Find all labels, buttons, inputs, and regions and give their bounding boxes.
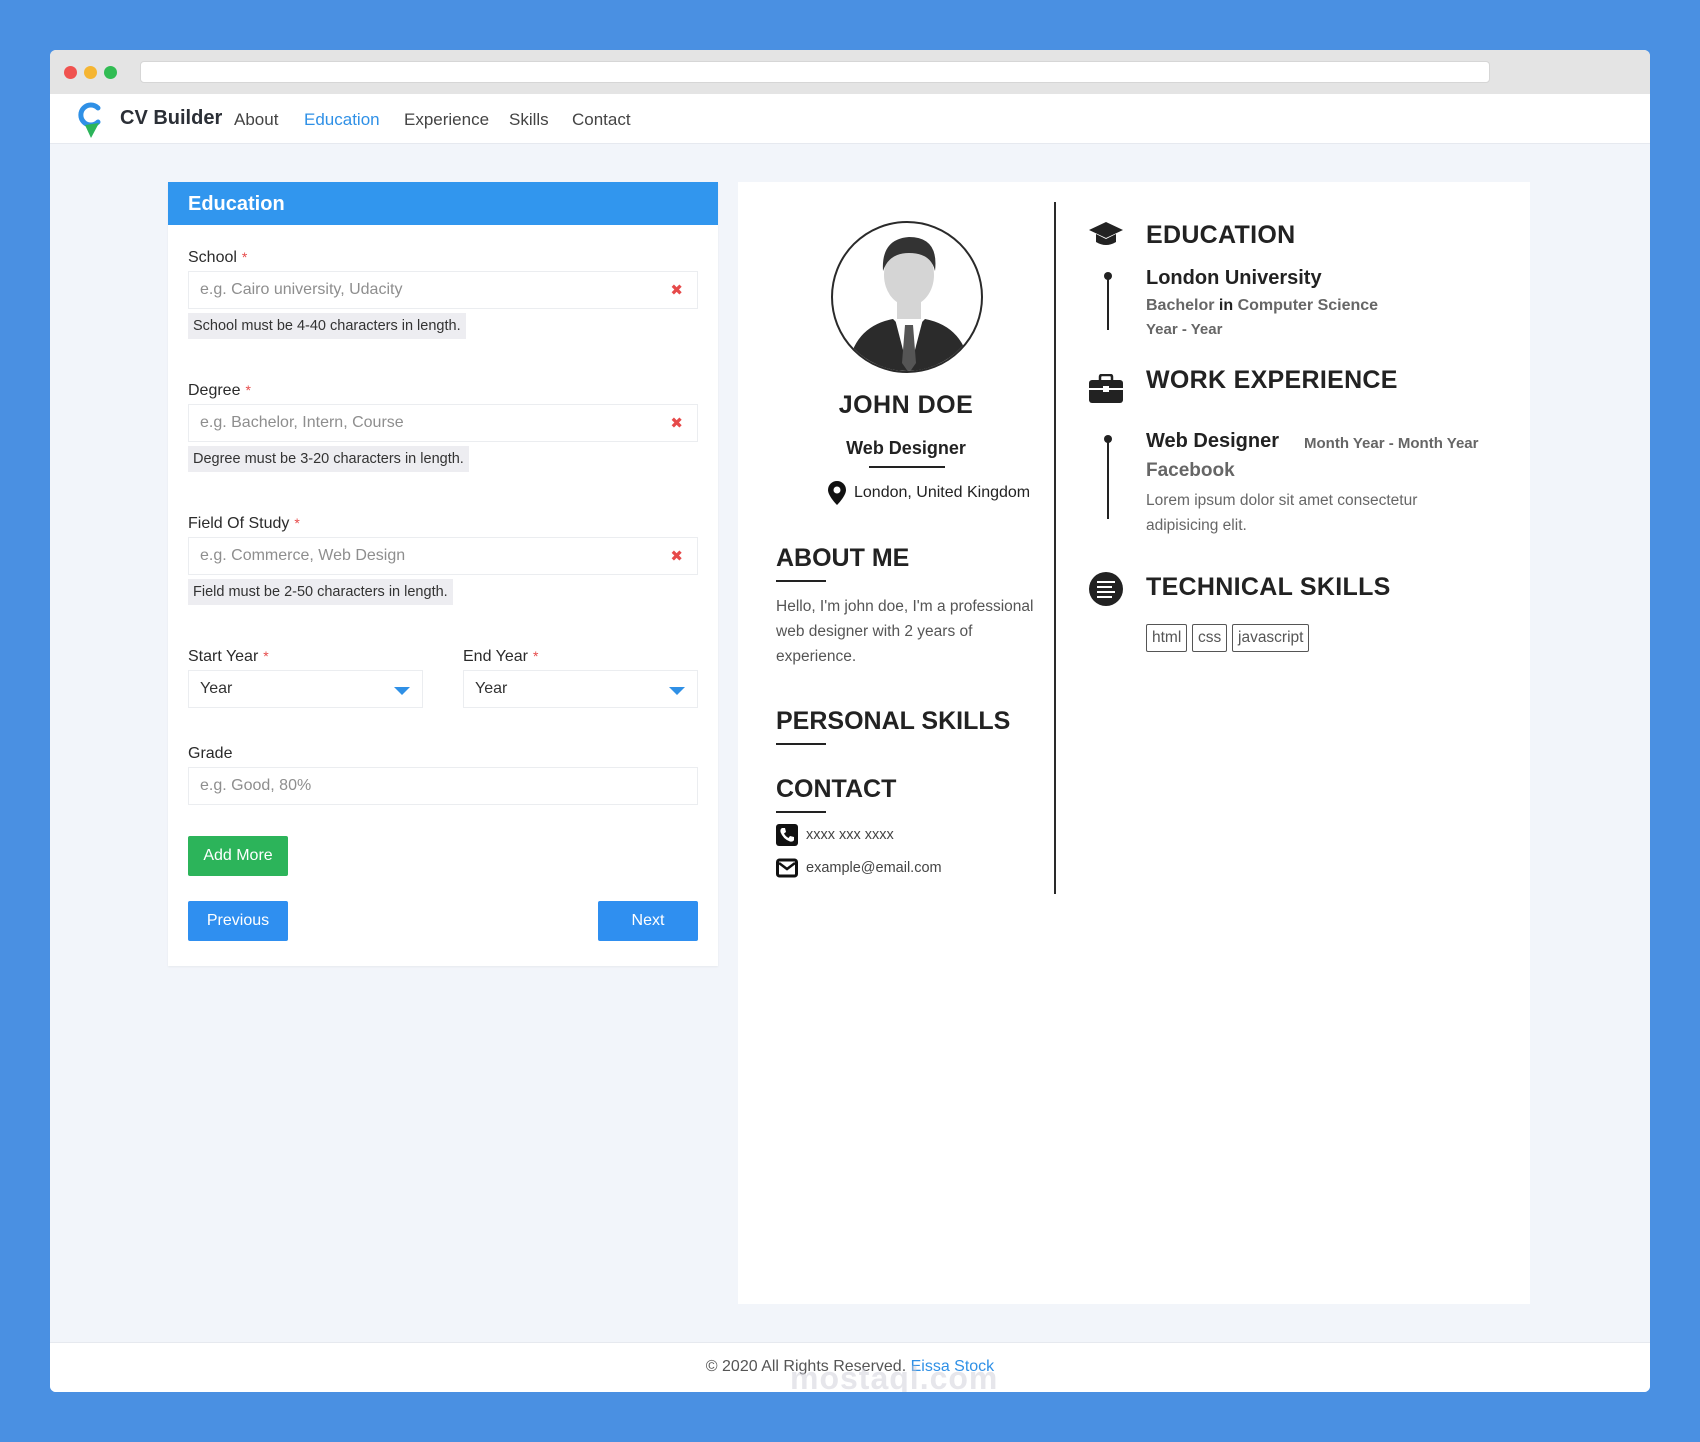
education-years: Year - Year — [1146, 321, 1223, 338]
about-text: Hello, I'm john doe, I'm a professional … — [776, 598, 1034, 665]
cv-name: JOHN DOE — [838, 391, 974, 419]
required-mark: * — [245, 382, 251, 398]
timeline-line — [1107, 439, 1109, 519]
graduation-cap-icon — [1089, 222, 1123, 245]
grade-input[interactable]: e.g. Good, 80% — [188, 767, 698, 805]
work-experience-heading: WORK EXPERIENCE — [1146, 366, 1398, 394]
work-company: Facebook — [1146, 460, 1235, 481]
timeline-line — [1107, 276, 1109, 330]
nav-link-education[interactable]: Education — [304, 110, 380, 130]
nav-link-skills[interactable]: Skills — [509, 110, 549, 130]
chevron-down-icon — [669, 687, 685, 695]
field-of-study-label: Field Of Study * — [188, 515, 300, 532]
add-more-button[interactable]: Add More — [188, 836, 288, 876]
cv-location: London, United Kingdom — [828, 481, 1030, 505]
watermark: mostaql.com — [790, 1360, 999, 1392]
work-dates: Month Year - Month Year — [1304, 435, 1479, 452]
contact-underline — [776, 811, 826, 813]
degree-label: Degree * — [188, 382, 251, 399]
start-year-value: Year — [200, 680, 233, 697]
contact-heading: CONTACT — [776, 775, 897, 803]
degree-placeholder: e.g. Bachelor, Intern, Course — [200, 414, 404, 431]
minimize-window-dot[interactable] — [84, 66, 97, 79]
personal-skills-heading: PERSONAL SKILLS — [776, 707, 1011, 735]
nav-link-contact[interactable]: Contact — [572, 110, 631, 130]
brand-logo-icon[interactable] — [76, 101, 106, 139]
school-input[interactable]: e.g. Cairo university, Udacity ✖ — [188, 271, 698, 309]
person-avatar-icon — [847, 237, 971, 371]
skill-tag: css — [1192, 624, 1228, 652]
school-label: School * — [188, 249, 248, 266]
address-bar[interactable] — [140, 61, 1490, 83]
about-underline — [776, 580, 826, 582]
cv-preview: JOHN DOE Web Designer London, United Kin… — [738, 182, 1530, 1304]
education-heading: EDUCATION — [1146, 221, 1296, 249]
close-window-dot[interactable] — [64, 66, 77, 79]
list-icon — [1089, 572, 1123, 606]
technical-skills-heading: TECHNICAL SKILLS — [1146, 573, 1391, 601]
cv-column-divider — [1054, 202, 1056, 894]
field-of-study-input[interactable]: e.g. Commerce, Web Design ✖ — [188, 537, 698, 575]
clear-school-icon[interactable]: ✖ — [670, 281, 683, 299]
phone-icon — [776, 824, 798, 846]
skill-tag: javascript — [1232, 624, 1310, 652]
end-year-select[interactable]: Year — [463, 670, 698, 708]
top-navbar: CV Builder About Education Experience Sk… — [50, 94, 1650, 144]
avatar — [831, 221, 983, 373]
degree-input[interactable]: e.g. Bachelor, Intern, Course ✖ — [188, 404, 698, 442]
start-year-label: Start Year * — [188, 648, 269, 665]
end-year-value: Year — [475, 680, 508, 697]
grade-placeholder: e.g. Good, 80% — [200, 777, 312, 794]
field-of-study-placeholder: e.g. Commerce, Web Design — [200, 547, 406, 564]
location-pin-icon — [828, 481, 846, 505]
cv-job-title: Web Designer — [846, 438, 966, 458]
chevron-down-icon — [394, 687, 410, 695]
field-validation-hint: Field must be 2-50 characters in length. — [188, 579, 453, 605]
browser-chrome — [50, 50, 1650, 94]
degree-validation-hint: Degree must be 3-20 characters in length… — [188, 446, 469, 472]
start-year-select[interactable]: Year — [188, 670, 423, 708]
clear-field-icon[interactable]: ✖ — [670, 547, 683, 565]
school-placeholder: e.g. Cairo university, Udacity — [200, 281, 403, 298]
end-year-label: End Year * — [463, 648, 539, 665]
previous-button[interactable]: Previous — [188, 901, 288, 941]
envelope-icon — [776, 858, 798, 878]
required-mark: * — [294, 515, 300, 531]
required-mark: * — [241, 249, 248, 265]
skill-tag: html — [1146, 624, 1188, 652]
cv-title-underline — [869, 466, 945, 468]
email-text: example@email.com — [806, 859, 942, 876]
work-description: Lorem ipsum dolor sit amet consectetur a… — [1146, 492, 1418, 534]
nav-link-experience[interactable]: Experience — [404, 110, 489, 130]
grade-label: Grade — [188, 745, 233, 762]
contact-email: example@email.com — [776, 858, 942, 878]
briefcase-icon — [1089, 374, 1123, 403]
location-text: London, United Kingdom — [854, 484, 1031, 502]
work-title: Web Designer — [1146, 430, 1279, 452]
form-title: Education — [168, 182, 718, 225]
education-school: London University — [1146, 267, 1322, 289]
nav-link-about[interactable]: About — [234, 110, 278, 130]
required-mark: * — [532, 648, 539, 664]
phone-text: xxxx xxx xxxx — [806, 826, 894, 843]
about-heading: ABOUT ME — [776, 544, 910, 572]
brand-name[interactable]: CV Builder — [120, 107, 222, 130]
next-button[interactable]: Next — [598, 901, 698, 941]
maximize-window-dot[interactable] — [104, 66, 117, 79]
required-mark: * — [263, 648, 269, 664]
clear-degree-icon[interactable]: ✖ — [670, 414, 683, 432]
education-form-card: Education School * e.g. Cairo university,… — [168, 182, 718, 966]
school-validation-hint: School must be 4-40 characters in length… — [188, 313, 466, 339]
education-degree: Bachelor in Computer Science — [1146, 297, 1379, 314]
browser-window: CV Builder About Education Experience Sk… — [50, 50, 1650, 1392]
personal-skills-underline — [776, 743, 826, 745]
contact-phone: xxxx xxx xxxx — [776, 824, 894, 846]
